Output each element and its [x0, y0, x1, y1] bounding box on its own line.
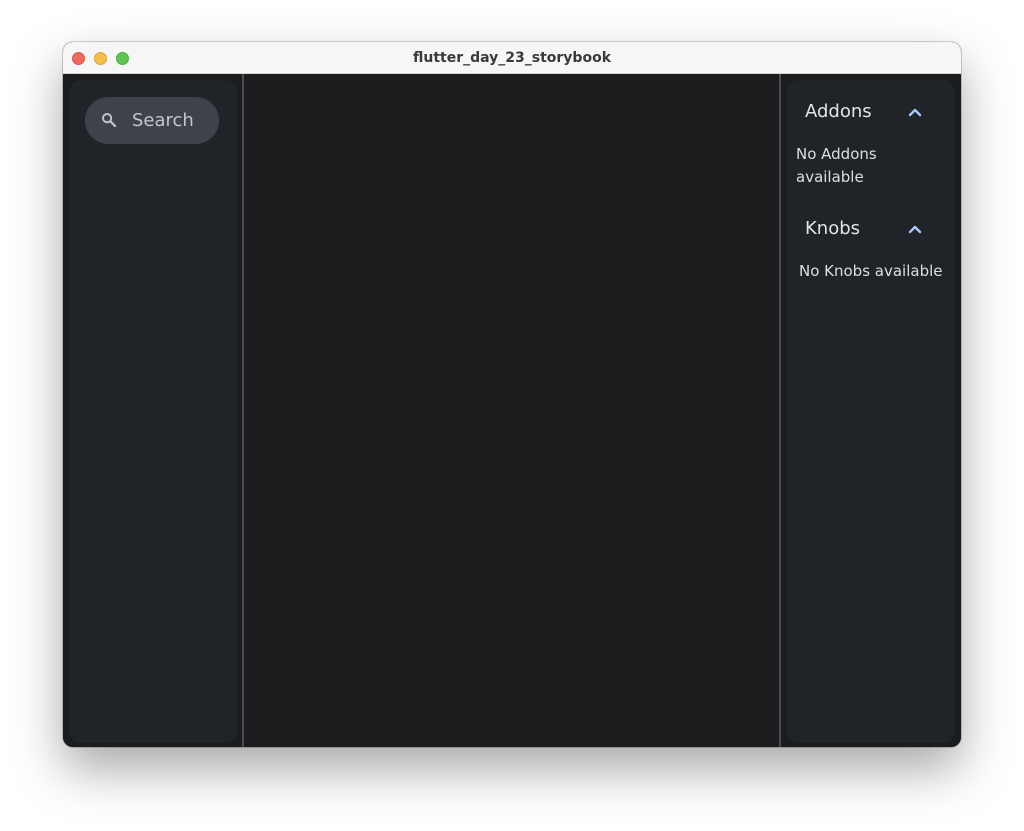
app-window: flutter_day_23_storybook Search Addons N…	[63, 42, 961, 747]
search-field[interactable]: Search	[85, 97, 219, 144]
story-canvas	[244, 74, 779, 747]
right-panel-divider[interactable]	[779, 74, 781, 747]
search-icon	[102, 113, 117, 128]
no-knobs-text: No Knobs available	[799, 262, 943, 280]
addons-section-title: Addons	[805, 101, 872, 122]
title-bar[interactable]: flutter_day_23_storybook	[63, 42, 961, 74]
stories-sidebar: Search	[69, 80, 237, 743]
window-title: flutter_day_23_storybook	[412, 50, 612, 66]
chevron-up-icon[interactable]	[907, 221, 923, 237]
no-addons-text: No Addons available	[796, 145, 877, 186]
app-content: Search Addons No Addons available Knobs …	[63, 74, 961, 747]
search-placeholder: Search	[132, 110, 194, 131]
knobs-section-title: Knobs	[805, 218, 861, 239]
addons-panel: Addons No Addons available Knobs No Knob…	[787, 80, 955, 743]
chevron-up-icon[interactable]	[907, 104, 923, 120]
